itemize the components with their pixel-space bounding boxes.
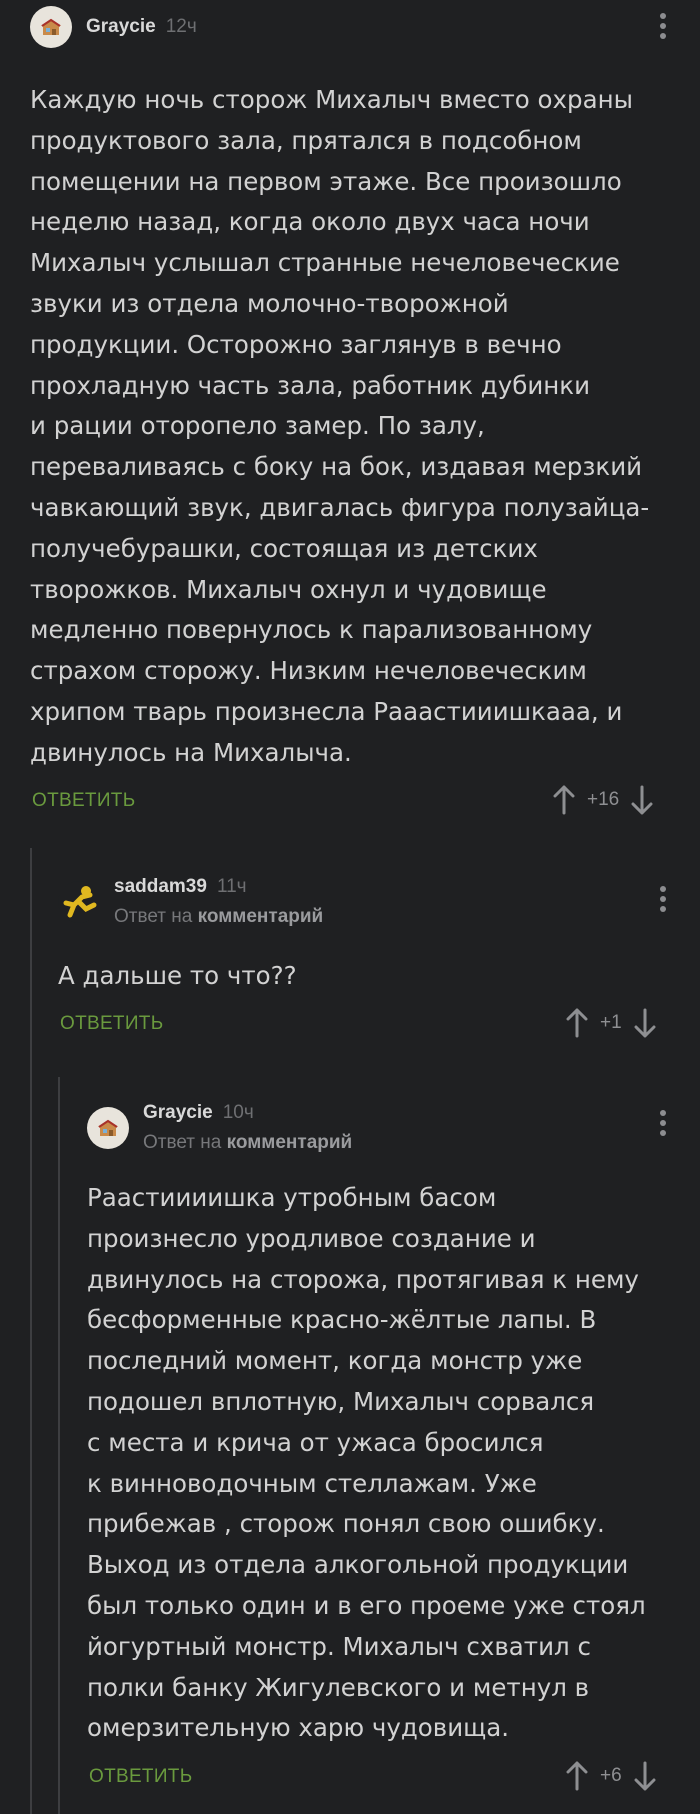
- reply-button[interactable]: ОТВЕТИТЬ: [32, 790, 135, 812]
- comment-text: Раастиииишка утробным басом произнесло у…: [87, 1183, 646, 1743]
- reply-button[interactable]: ОТВЕТИТЬ: [89, 1766, 192, 1788]
- more-options-icon[interactable]: [658, 13, 668, 43]
- comment-time: 12ч: [165, 16, 197, 37]
- downvote-arrow-icon[interactable]: [631, 785, 653, 815]
- thread-line-level-1: [30, 848, 32, 1814]
- comment-header: Graycie 10ч Ответ на комментарий: [87, 1102, 352, 1154]
- downvote-arrow-icon[interactable]: [634, 1761, 656, 1791]
- vote-controls: +1: [566, 1008, 656, 1038]
- vote-score: +6: [600, 1765, 622, 1786]
- avatar[interactable]: [30, 6, 72, 48]
- vote-controls: +6: [566, 1761, 656, 1791]
- reply-to-link[interactable]: комментарий: [198, 906, 324, 927]
- comment-time: 11ч: [216, 876, 247, 897]
- runner-icon: [63, 886, 97, 918]
- downvote-arrow-icon[interactable]: [634, 1008, 656, 1038]
- author-name[interactable]: saddam39: [114, 876, 207, 898]
- author-name[interactable]: Graycie: [86, 16, 156, 38]
- comment-header: saddam39 11ч Ответ на комментарий: [58, 876, 323, 928]
- comment-text: А дальше то что??: [58, 961, 297, 990]
- comment-time: 10ч: [222, 1102, 254, 1123]
- reply-to-prefix: Ответ на: [143, 1132, 222, 1153]
- author-name[interactable]: Graycie: [143, 1102, 213, 1124]
- reply-to-line: Ответ на комментарий: [114, 906, 323, 928]
- avatar[interactable]: [58, 881, 100, 923]
- upvote-arrow-icon[interactable]: [553, 785, 575, 815]
- more-options-icon[interactable]: [658, 886, 668, 916]
- reply-to-line: Ответ на комментарий: [143, 1132, 352, 1154]
- upvote-arrow-icon[interactable]: [566, 1008, 588, 1038]
- upvote-arrow-icon[interactable]: [566, 1761, 588, 1791]
- comment-text: Каждую ночь сторож Михалыч вместо охраны…: [30, 85, 650, 767]
- house-icon: [98, 1119, 118, 1136]
- reply-to-prefix: Ответ на: [114, 906, 193, 927]
- vote-score: +1: [600, 1012, 622, 1033]
- avatar[interactable]: [87, 1107, 129, 1149]
- house-icon: [41, 18, 61, 35]
- vote-score: +16: [587, 789, 620, 810]
- reply-button[interactable]: ОТВЕТИТЬ: [60, 1013, 163, 1035]
- reply-to-link[interactable]: комментарий: [227, 1132, 353, 1153]
- comment-header: Graycie 12ч: [30, 6, 197, 48]
- vote-controls: +16: [553, 785, 653, 815]
- more-options-icon[interactable]: [658, 1110, 668, 1140]
- thread-line-level-2: [58, 1077, 60, 1814]
